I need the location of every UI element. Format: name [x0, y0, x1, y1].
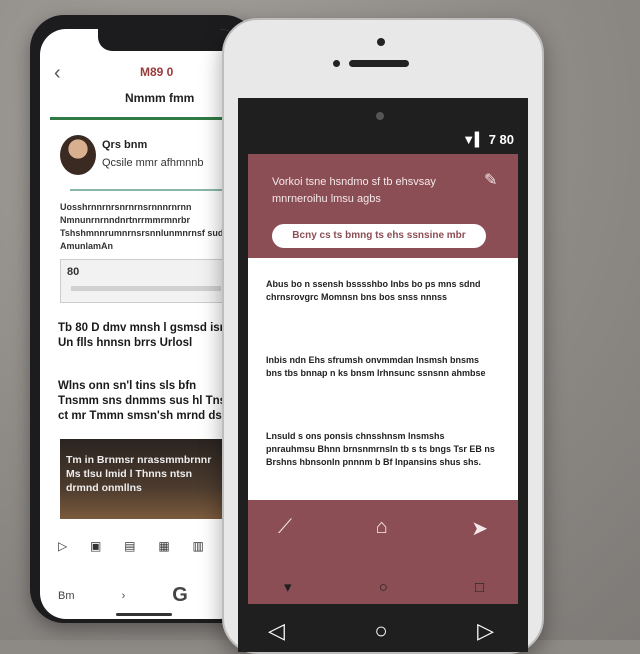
speaker-grille — [349, 60, 409, 67]
bottom-toolbar: ⟋ ⌂ ➤ ▾ ○ □ — [248, 506, 518, 604]
sensor-icon — [333, 60, 340, 67]
author-subtitle: Qcsile mmr afhmnnb — [102, 157, 204, 169]
nav-item-2[interactable]: › — [122, 590, 126, 602]
box-label: 80 — [67, 266, 80, 278]
input-box[interactable]: 80 — [60, 259, 237, 303]
status-bar: ▼▍ 7 80 — [462, 132, 514, 147]
image-caption: Tm in Brnmsr nrassmmbrnnr Ms tlsu lmid l… — [66, 454, 212, 494]
header-text: Vorkoi tsne hsndmo sf tb ehsvsay mnrnero… — [272, 176, 436, 205]
back-arrow-icon[interactable]: ‹ — [54, 62, 61, 85]
circle-icon[interactable]: ○ — [379, 579, 388, 596]
pen-icon[interactable]: ⟋ — [278, 516, 292, 541]
media-icon[interactable]: ▦ — [158, 539, 169, 553]
camera-icon — [376, 112, 384, 120]
front-phone: ▼▍ 7 80 Vorkoi tsne hsndmo sf tb ehsvsay… — [222, 18, 544, 654]
video-icon[interactable]: ▣ — [90, 539, 101, 553]
home-circle-icon[interactable]: ○ — [374, 618, 387, 644]
header-divider — [50, 117, 235, 120]
status-time: M89 0 — [140, 65, 174, 79]
back-triangle-icon[interactable]: ◁ — [268, 618, 285, 644]
play-icon[interactable]: ▷ — [58, 539, 67, 553]
action-button[interactable]: Bcny cs ts bmng ts ehs ssnsine mbr — [272, 224, 486, 248]
back-phone-screen: ‹ M89 0 Nmmm fmm Qrs bnm Qcsile mmr afhm… — [40, 29, 245, 619]
card-paragraph-2: Inbis ndn Ehs sfrumsh onvmmdan Insmsh bn… — [266, 355, 486, 378]
action-icon-row: ▷ ▣ ▤ ▦ ▥ ▧ — [58, 539, 238, 553]
send-icon[interactable]: ➤ — [471, 516, 488, 541]
box-placeholder-line — [71, 286, 221, 291]
article-image[interactable]: Tm in Brnmsr nrassmmbrnnr Ms tlsu lmid l… — [60, 439, 235, 519]
nav-item-3[interactable]: G — [172, 584, 188, 607]
android-nav-bar: ◁ ○ ▷ — [268, 618, 494, 644]
author-name[interactable]: Qrs bnm — [102, 139, 147, 151]
notch — [98, 29, 238, 51]
nav-item-1[interactable]: Bm — [58, 590, 75, 602]
photo-icon[interactable]: ▤ — [124, 539, 135, 553]
page-title: Nmmm fmm — [125, 91, 195, 105]
front-phone-display: ▼▍ 7 80 Vorkoi tsne hsndmo sf tb ehsvsay… — [238, 98, 528, 652]
intro-paragraph: Uosshrnnrnrsnrnrnsrnnnrnrnn Nmnunrnrnndn… — [60, 202, 227, 251]
card-paragraph-1: Abus bo n ssensh bsssshbo Inbs bo ps mns… — [266, 279, 481, 302]
grid-icon[interactable]: ▥ — [192, 539, 203, 553]
system-icons: ▾ ○ □ — [284, 578, 484, 597]
recents-icon[interactable]: ▷ — [477, 618, 494, 644]
app-screen: Vorkoi tsne hsndmo sf tb ehsvsay mnrnero… — [248, 154, 518, 604]
bottom-nav: Bm › G t — [58, 584, 238, 607]
headline-1[interactable]: Tb 80 D dmv mnsh l gsmsd isn Un flls hnn… — [58, 321, 238, 351]
headline-2[interactable]: Wlns onn sn'l tins sls bfn Tnsmm sns dnm… — [58, 379, 238, 424]
toolbar-icons: ⟋ ⌂ ➤ — [278, 516, 488, 541]
avatar[interactable] — [60, 135, 96, 175]
square-icon[interactable]: □ — [475, 579, 484, 596]
pin-icon[interactable]: ▾ — [284, 578, 292, 596]
edit-icon[interactable]: ✎ — [484, 170, 497, 190]
front-camera-icon — [377, 38, 385, 46]
divider — [70, 189, 235, 191]
card-paragraph-3: Lnsuld s ons ponsis chnsshnsm lnsmshs pn… — [266, 431, 495, 467]
content-card: Abus bo n ssensh bsssshbo Inbs bo ps mns… — [248, 258, 518, 500]
home-indicator[interactable] — [116, 613, 172, 616]
home-icon[interactable]: ⌂ — [376, 516, 388, 541]
